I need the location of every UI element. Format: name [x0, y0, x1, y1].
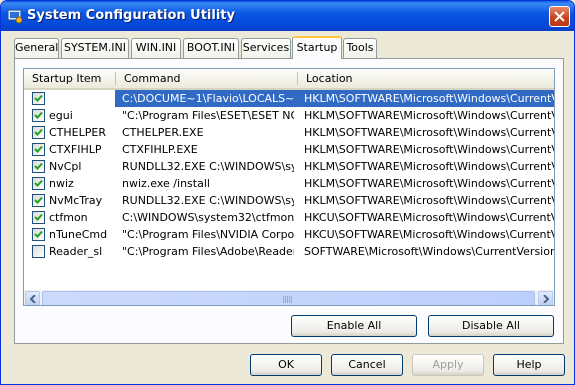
- checkmark-icon: [34, 128, 43, 136]
- startup-item-location: HKLM\SOFTWARE\Microsoft\Windows\CurrentV…: [304, 92, 554, 105]
- list-row[interactable]: egui "C:\Program Files\ESET\ESET NO... H…: [24, 107, 554, 124]
- cancel-button[interactable]: Cancel: [331, 354, 403, 376]
- list-row[interactable]: ctfmon C:\WINDOWS\system32\ctfmon.... HK…: [24, 209, 554, 226]
- startup-items-list[interactable]: Startup Item Command Location UIUCU C:\D…: [23, 68, 555, 306]
- startup-item-command: RUNDLL32.EXE C:\WINDOWS\sy...: [122, 160, 294, 173]
- tab-startup[interactable]: Startup: [292, 36, 342, 59]
- list-row[interactable]: NvCpl RUNDLL32.EXE C:\WINDOWS\sy... HKLM…: [24, 158, 554, 175]
- chevron-right-icon: [543, 295, 549, 303]
- startup-item-location: SOFTWARE\Microsoft\Windows\CurrentVersio…: [304, 245, 554, 258]
- scroll-left-button[interactable]: [25, 291, 40, 305]
- startup-item-location: HKCU\SOFTWARE\Microsoft\Windows\CurrentV…: [304, 211, 554, 224]
- startup-item-name: CTHELPER: [49, 126, 106, 139]
- system-config-icon: [7, 9, 23, 24]
- startup-item-command: "C:\Program Files\ESET\ESET NO...: [122, 109, 294, 122]
- scroll-right-button[interactable]: [538, 291, 553, 305]
- row-checkbox[interactable]: [32, 126, 45, 139]
- close-button[interactable]: [549, 6, 570, 27]
- list-header: Startup Item Command Location: [24, 69, 554, 90]
- tab-win-ini[interactable]: WIN.INI: [131, 38, 181, 58]
- column-divider[interactable]: [297, 72, 298, 85]
- row-checkbox[interactable]: [32, 109, 45, 122]
- horizontal-scrollbar[interactable]: [24, 290, 554, 305]
- row-checkbox[interactable]: [32, 143, 45, 156]
- checkmark-icon: [34, 179, 43, 187]
- checkmark-icon: [34, 230, 43, 238]
- startup-item-name: CTXFIHLP: [49, 143, 102, 156]
- startup-item-name: Reader_sl: [49, 245, 103, 258]
- checkmark-icon: [34, 111, 43, 119]
- row-checkbox[interactable]: [32, 160, 45, 173]
- column-header-startup-item[interactable]: Startup Item: [26, 69, 115, 88]
- checkmark-icon: [34, 162, 43, 170]
- startup-item-name: NvMcTray: [49, 194, 103, 207]
- row-checkbox[interactable]: [32, 211, 45, 224]
- list-row[interactable]: CTXFIHLP CTXFIHLP.EXE HKLM\SOFTWARE\Micr…: [24, 141, 554, 158]
- startup-item-location: HKLM\SOFTWARE\Microsoft\Windows\CurrentV…: [304, 177, 554, 190]
- startup-item-location: HKLM\SOFTWARE\Microsoft\Windows\CurrentV…: [304, 160, 554, 173]
- row-checkbox[interactable]: [32, 194, 45, 207]
- system-configuration-window: System Configuration Utility General SYS…: [0, 0, 575, 385]
- checkmark-icon: [34, 145, 43, 153]
- help-button[interactable]: Help: [493, 354, 565, 376]
- tab-general[interactable]: General: [14, 38, 59, 58]
- startup-item-name: nwiz: [49, 177, 74, 190]
- column-header-command[interactable]: Command: [118, 69, 296, 88]
- list-row[interactable]: UIUCU C:\DOCUME~1\Flavio\LOCALS~... HKLM…: [24, 90, 554, 107]
- startup-item-name: UIUCU: [49, 92, 85, 105]
- list-row[interactable]: nTuneCmd "C:\Program Files\NVIDIA Corpor…: [24, 226, 554, 243]
- tab-system-ini[interactable]: SYSTEM.INI: [61, 38, 129, 58]
- list-row[interactable]: CTHELPER CTHELPER.EXE HKLM\SOFTWARE\Micr…: [24, 124, 554, 141]
- startup-item-name: NvCpl: [49, 160, 82, 173]
- startup-item-location: HKLM\SOFTWARE\Microsoft\Windows\CurrentV…: [304, 126, 554, 139]
- startup-item-command: nwiz.exe /install: [122, 177, 210, 190]
- startup-item-command: RUNDLL32.EXE C:\WINDOWS\sy...: [122, 194, 294, 207]
- scrollbar-thumb[interactable]: [42, 291, 535, 305]
- list-row[interactable]: Reader_sl "C:\Program Files\Adobe\Reader…: [24, 243, 554, 260]
- startup-item-command: "C:\Program Files\Adobe\Reader...: [122, 245, 294, 258]
- checkmark-icon: [34, 196, 43, 204]
- column-header-location[interactable]: Location: [300, 69, 554, 88]
- disable-all-button[interactable]: Disable All: [428, 315, 554, 337]
- enable-all-button[interactable]: Enable All: [291, 315, 417, 337]
- row-checkbox[interactable]: [32, 92, 45, 105]
- window-title: System Configuration Utility: [27, 8, 235, 23]
- list-row[interactable]: nwiz nwiz.exe /install HKLM\SOFTWARE\Mic…: [24, 175, 554, 192]
- close-icon: [554, 11, 565, 22]
- startup-item-name: ctfmon: [49, 211, 88, 224]
- row-checkbox[interactable]: [32, 228, 45, 241]
- startup-item-command: "C:\Program Files\NVIDIA Corpor...: [122, 228, 294, 241]
- tab-tools[interactable]: Tools: [343, 38, 377, 58]
- list-row[interactable]: NvMcTray RUNDLL32.EXE C:\WINDOWS\sy... H…: [24, 192, 554, 209]
- title-bar[interactable]: System Configuration Utility: [1, 1, 574, 31]
- ok-button[interactable]: OK: [250, 354, 322, 376]
- tab-services[interactable]: Services: [241, 38, 291, 58]
- row-checkbox[interactable]: [32, 245, 45, 258]
- column-divider[interactable]: [115, 72, 116, 85]
- apply-button[interactable]: Apply: [412, 354, 484, 376]
- startup-item-location: HKCU\SOFTWARE\Microsoft\Windows\CurrentV…: [304, 228, 554, 241]
- checkmark-icon: [34, 213, 43, 221]
- tab-boot-ini[interactable]: BOOT.INI: [183, 38, 239, 58]
- startup-item-location: HKLM\SOFTWARE\Microsoft\Windows\CurrentV…: [304, 194, 554, 207]
- startup-item-command: CTXFIHLP.EXE: [122, 143, 198, 156]
- startup-item-location: HKLM\SOFTWARE\Microsoft\Windows\CurrentV…: [304, 143, 554, 156]
- chevron-left-icon: [30, 295, 36, 303]
- startup-item-command: C:\DOCUME~1\Flavio\LOCALS~...: [122, 92, 294, 105]
- checkmark-icon: [34, 94, 43, 102]
- startup-item-command: CTHELPER.EXE: [122, 126, 204, 139]
- startup-item-name: egui: [49, 109, 73, 122]
- scrollbar-grip: [283, 296, 293, 303]
- row-checkbox[interactable]: [32, 177, 45, 190]
- startup-item-location: HKLM\SOFTWARE\Microsoft\Windows\CurrentV…: [304, 109, 554, 122]
- startup-item-name: nTuneCmd: [49, 228, 108, 241]
- startup-item-command: C:\WINDOWS\system32\ctfmon....: [122, 211, 294, 224]
